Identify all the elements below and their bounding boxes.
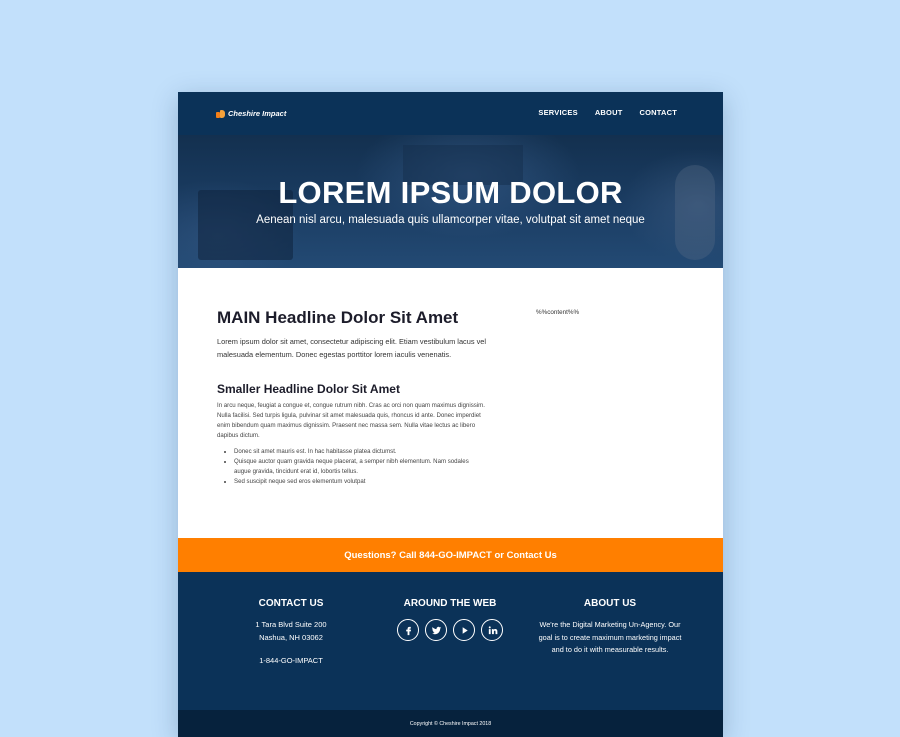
cta-link[interactable]: Questions? Call 844-GO-IMPACT or Contact…: [344, 550, 557, 561]
nav-about[interactable]: ABOUT: [595, 108, 623, 117]
site-footer: CONTACT US 1 Tara Blvd Suite 200 Nashua,…: [178, 572, 723, 710]
address-line: 1 Tara Blvd Suite 200: [255, 620, 327, 629]
site-header: Cheshire Impact SERVICES ABOUT CONTACT: [178, 92, 723, 135]
about-text: We're the Digital Marketing Un-Agency. O…: [538, 620, 682, 655]
footer-contact: CONTACT US 1 Tara Blvd Suite 200 Nashua,…: [216, 598, 366, 668]
hero-title: LOREM IPSUM DOLOR: [278, 175, 623, 210]
body-paragraph: In arcu neque, feugiat a congue et, cong…: [217, 402, 485, 439]
content-column: MAIN Headline Dolor Sit Amet Lorem ipsum…: [217, 308, 487, 487]
social-links: [375, 619, 525, 641]
linkedin-icon[interactable]: [481, 619, 503, 641]
main-content: MAIN Headline Dolor Sit Amet Lorem ipsum…: [178, 268, 723, 538]
bullet-list: Donec sit amet mauris est. In hac habita…: [217, 447, 487, 487]
main-headline: MAIN Headline Dolor Sit Amet: [217, 308, 459, 327]
hero-banner: LOREM IPSUM DOLOR Aenean nisl arcu, male…: [178, 135, 723, 268]
copyright-bar: Copyright © Cheshire Impact 2018: [178, 710, 723, 737]
footer-heading: CONTACT US: [258, 598, 324, 609]
footer-about: ABOUT US We're the Digital Marketing Un-…: [535, 598, 685, 657]
facebook-icon[interactable]: [397, 619, 419, 641]
logo[interactable]: Cheshire Impact: [216, 109, 286, 118]
footer-social: AROUND THE WEB: [375, 598, 525, 641]
list-item: Quisque auctor quam gravida neque placer…: [234, 457, 487, 477]
list-item: Sed suscipit neque sed eros elementum vo…: [234, 477, 487, 487]
intro-paragraph: Lorem ipsum dolor sit amet, consectetur …: [217, 337, 487, 359]
address: 1 Tara Blvd Suite 200 Nashua, NH 03062: [216, 619, 366, 644]
cta-bar: Questions? Call 844-GO-IMPACT or Contact…: [178, 538, 723, 572]
website-page: Cheshire Impact SERVICES ABOUT CONTACT L…: [178, 92, 723, 737]
sub-headline: Smaller Headline Dolor Sit Amet: [217, 382, 400, 396]
address-line: Nashua, NH 03062: [259, 632, 323, 642]
logo-text: Cheshire Impact: [228, 109, 287, 118]
nav-services[interactable]: SERVICES: [538, 108, 577, 117]
logo-icon: [216, 109, 225, 118]
nav-contact[interactable]: CONTACT: [639, 108, 677, 117]
hero-subtitle: Aenean nisl arcu, malesuada quis ullamco…: [256, 214, 645, 226]
main-nav: SERVICES ABOUT CONTACT: [538, 108, 677, 117]
twitter-icon[interactable]: [425, 619, 447, 641]
sidebar-placeholder: %%content%%: [536, 309, 580, 316]
list-item: Donec sit amet mauris est. In hac habita…: [234, 447, 487, 457]
copyright-text: Copyright © Cheshire Impact 2018: [409, 720, 492, 727]
phone-link[interactable]: 1-844-GO-IMPACT: [216, 655, 366, 668]
footer-heading: AROUND THE WEB: [403, 598, 497, 609]
youtube-icon[interactable]: [453, 619, 475, 641]
footer-heading: ABOUT US: [583, 598, 637, 609]
